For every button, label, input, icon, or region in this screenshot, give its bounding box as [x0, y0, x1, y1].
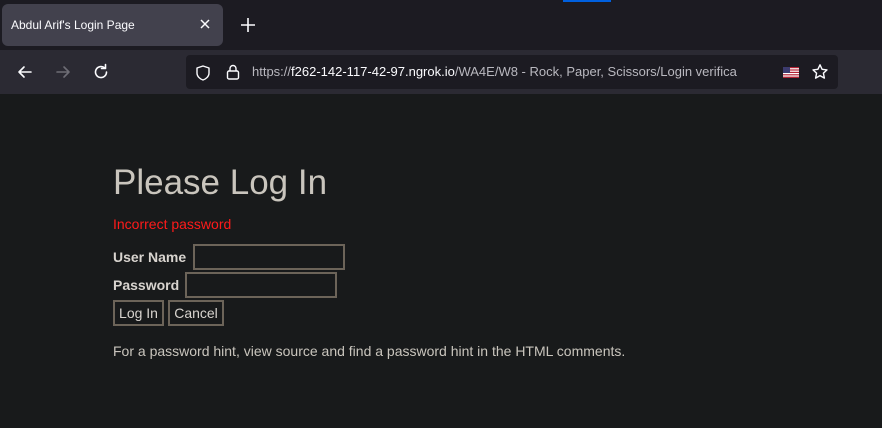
username-input[interactable] [193, 244, 345, 270]
login-button[interactable]: Log In [113, 300, 164, 326]
plus-icon[interactable] [238, 15, 258, 35]
error-message: Incorrect password [113, 216, 232, 232]
close-icon[interactable] [197, 16, 213, 32]
address-bar[interactable]: https://f262-142-117-42-97.ngrok.io/WA4E… [186, 55, 838, 89]
bookmark-star-icon[interactable] [811, 63, 829, 81]
password-input[interactable] [185, 272, 337, 298]
tab-title: Abdul Arif's Login Page [11, 18, 135, 32]
cancel-button[interactable]: Cancel [168, 300, 224, 326]
us-flag-icon[interactable] [783, 67, 799, 78]
url-text[interactable]: https://f262-142-117-42-97.ngrok.io/WA4E… [252, 64, 776, 79]
navigation-bar: https://f262-142-117-42-97.ngrok.io/WA4E… [0, 50, 882, 94]
password-label: Password [113, 277, 180, 293]
back-arrow-icon[interactable] [15, 62, 35, 82]
forward-arrow-icon[interactable] [53, 62, 73, 82]
url-host: f262-142-117-42-97.ngrok.io [291, 64, 455, 79]
page-content: Please Log In Incorrect password User Na… [0, 94, 882, 428]
reload-icon[interactable] [91, 62, 111, 82]
password-hint-text: For a password hint, view source and fin… [113, 343, 626, 359]
url-path: /WA4E/W8 - Rock, Paper, Scissors/Login v… [454, 64, 737, 79]
page-title: Please Log In [113, 163, 328, 202]
tab-strip: Abdul Arif's Login Page [0, 0, 882, 50]
browser-tab[interactable]: Abdul Arif's Login Page [2, 4, 223, 46]
url-scheme: https:// [252, 64, 292, 79]
shield-icon[interactable] [194, 64, 212, 82]
tab-accent-line [563, 0, 611, 2]
username-label: User Name [113, 249, 187, 265]
lock-icon[interactable] [224, 63, 242, 81]
